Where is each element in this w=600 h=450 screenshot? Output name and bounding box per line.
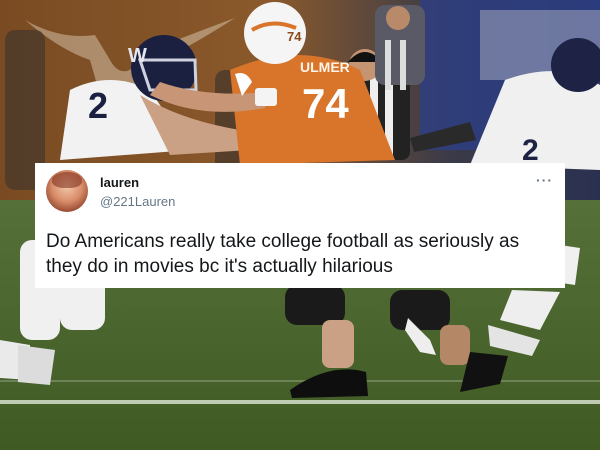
ellipsis-icon[interactable]: ··· [536,173,553,187]
user-handle[interactable]: @221Lauren [100,194,175,209]
orange-player-number: 74 [302,80,349,127]
yard-line [0,400,600,404]
svg-text:W: W [128,45,147,67]
orange-helmet-number: 74 [287,29,302,44]
tweet-card: lauren @221Lauren ··· Do Americans reall… [35,163,565,288]
tweet-text: Do Americans really take college footbal… [46,231,520,277]
avatar[interactable] [46,170,88,212]
left-player-number: 2 [88,85,108,126]
field-hash-line [0,380,600,382]
orange-nameplate: ULMER [300,59,350,75]
display-name[interactable]: lauren [100,175,139,190]
